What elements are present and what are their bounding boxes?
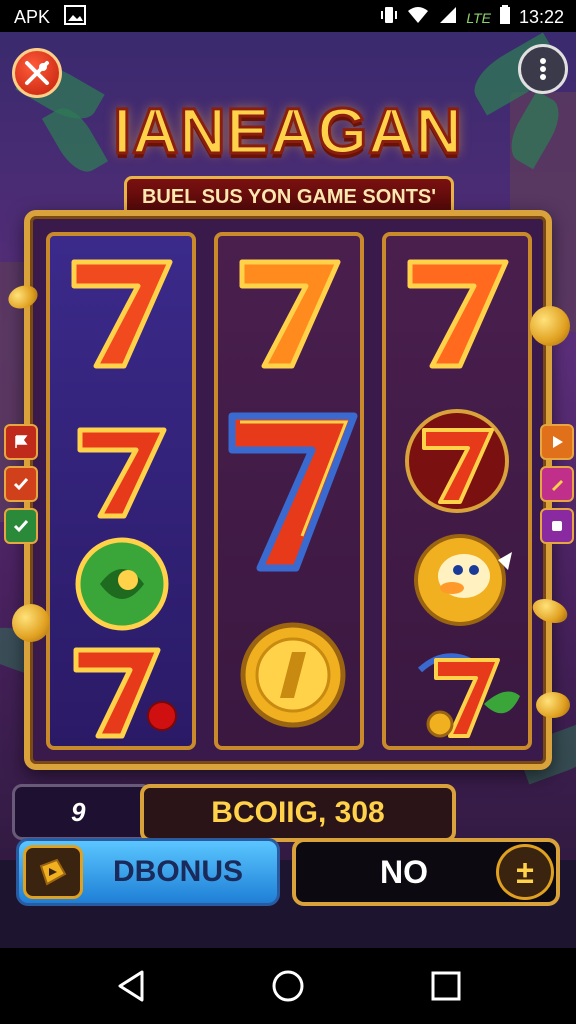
seven-cherry-symbol: [73, 647, 177, 739]
floating-coin: [536, 692, 570, 718]
home-icon[interactable]: [270, 968, 306, 1004]
crossed-tools-icon: [25, 61, 49, 85]
floating-coin: [12, 604, 50, 642]
duck-coin-symbol: [414, 534, 512, 626]
navigation-bar: [0, 948, 576, 1024]
slot-machine-frame: [24, 210, 552, 770]
no-button[interactable]: NO ±: [292, 838, 560, 906]
wifi-icon: [406, 5, 430, 30]
bonus-button-label: DBONUS: [112, 855, 243, 888]
recents-icon[interactable]: [428, 968, 464, 1004]
floating-coin: [530, 306, 570, 346]
no-button-label: NO: [380, 854, 428, 890]
side-tab-left-3[interactable]: [4, 508, 38, 544]
reel-3: [382, 232, 532, 750]
bonus-button[interactable]: DBONUS: [16, 838, 280, 906]
plus-minus-icon: ±: [496, 844, 554, 900]
game-title: IANEAGAN: [112, 94, 463, 169]
gold-coin-symbol: [240, 622, 346, 728]
signal-icon: [438, 5, 458, 30]
bonus-readout: BCOIIG, 308: [140, 784, 456, 842]
game-scene: IANEAGAN BUEL SUS YON GAME SONTS' 9 BCOI…: [0, 32, 576, 948]
reel-1: [46, 232, 196, 750]
network-type-label: LTE: [466, 9, 491, 26]
menu-button[interactable]: [518, 44, 568, 94]
side-tab-left-1[interactable]: [4, 424, 38, 460]
check-icon: [13, 478, 29, 491]
clock-time: 13:22: [518, 7, 564, 27]
seven-symbol: [239, 259, 341, 369]
seven-symbol: [77, 427, 167, 519]
status-bar: APK LTE 13:22: [0, 0, 576, 32]
side-tab-right-1[interactable]: [540, 424, 574, 460]
square-icon: [552, 521, 562, 531]
more-vertical-icon: [540, 58, 546, 80]
seven-badge-symbol: [405, 409, 509, 513]
side-tab-right-2[interactable]: [540, 466, 574, 502]
flag-icon: [15, 435, 28, 448]
vibrate-icon: [380, 5, 398, 30]
fruit-seven-symbol: [417, 653, 520, 738]
seven-symbol: [71, 259, 173, 369]
crossed-tools-button[interactable]: [12, 48, 62, 98]
bonus-chip-icon: [23, 845, 83, 899]
bet-counter: 9: [12, 784, 152, 840]
reel-2: [214, 232, 364, 750]
pen-icon: [552, 480, 563, 491]
check-icon: [13, 520, 29, 533]
seven-symbol: [407, 259, 509, 369]
back-icon[interactable]: [114, 968, 150, 1004]
side-tab-right-3[interactable]: [540, 508, 574, 544]
carrier-label: APK: [14, 7, 51, 27]
big-seven-symbol: [228, 412, 358, 572]
side-tab-left-2[interactable]: [4, 466, 38, 502]
image-icon: [64, 5, 87, 30]
play-icon: [553, 436, 563, 448]
battery-icon: [499, 5, 511, 30]
green-orb-symbol: [75, 537, 169, 631]
